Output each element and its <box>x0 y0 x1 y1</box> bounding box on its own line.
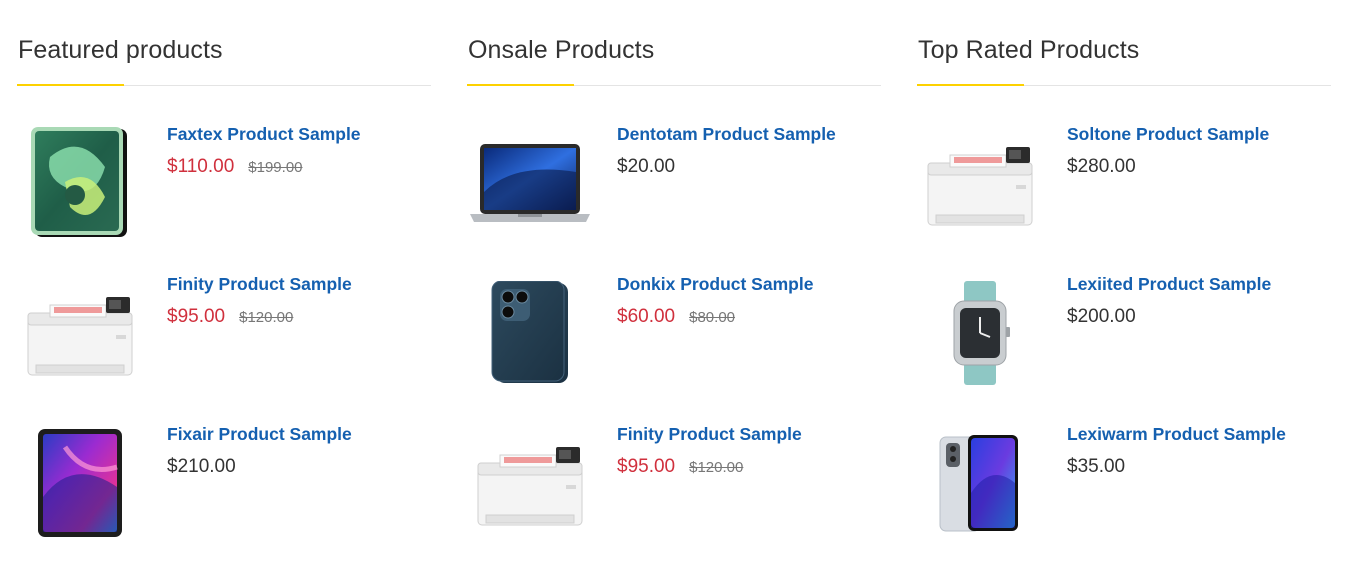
product-price-row: $60.00 $80.00 <box>617 306 813 328</box>
product-info: Lexiited Product Sample $200.00 <box>1067 274 1271 328</box>
product-price: $280.00 <box>1067 156 1136 177</box>
product-price: $210.00 <box>167 456 236 477</box>
column-title: Onsale Products <box>468 36 655 64</box>
product-name-link[interactable]: Finity Product Sample <box>167 274 352 295</box>
product-column: Featured products Faxtex Product Sample $… <box>17 0 431 537</box>
tablet-green-image[interactable] <box>17 118 142 248</box>
product-price-row: $95.00 $120.00 <box>167 306 352 328</box>
product-info: Dentotam Product Sample $20.00 <box>617 124 836 178</box>
product-column: Top Rated Products Soltone Product Sampl… <box>917 0 1331 532</box>
printer-image[interactable] <box>917 118 1042 248</box>
product-price-row: $280.00 <box>1067 156 1269 178</box>
product-price: $200.00 <box>1067 306 1136 327</box>
tablet-colorful-image[interactable] <box>17 418 142 548</box>
product-price-row: $95.00 $120.00 <box>617 456 802 478</box>
product-name-link[interactable]: Soltone Product Sample <box>1067 124 1269 145</box>
product-info: Fixair Product Sample $210.00 <box>167 424 352 478</box>
product-item: Finity Product Sample $95.00 $120.00 <box>17 268 431 408</box>
product-info: Finity Product Sample $95.00 $120.00 <box>617 424 802 478</box>
sale-price: $60.00 <box>617 306 676 327</box>
product-price: $35.00 <box>1067 456 1126 477</box>
product-name-link[interactable]: Lexiwarm Product Sample <box>1067 424 1286 445</box>
product-column: Onsale Products Dentotam Product Sample $… <box>467 0 881 526</box>
product-item: Lexiited Product Sample $200.00 <box>917 268 1331 408</box>
original-price: $199.00 <box>248 159 303 176</box>
product-name-link[interactable]: Fixair Product Sample <box>167 424 352 445</box>
product-name-link[interactable]: Dentotam Product Sample <box>617 124 836 145</box>
product-item: Lexiwarm Product Sample $35.00 <box>917 418 1331 558</box>
product-info: Soltone Product Sample $280.00 <box>1067 124 1269 178</box>
product-price-row: $20.00 <box>617 156 836 178</box>
product-info: Lexiwarm Product Sample $35.00 <box>1067 424 1286 478</box>
column-header: Featured products <box>17 0 431 86</box>
original-price: $80.00 <box>689 309 736 326</box>
product-item: Finity Product Sample $95.00 $120.00 <box>467 418 881 558</box>
original-price: $120.00 <box>689 459 744 476</box>
column-title-underline <box>917 84 1024 86</box>
column-title: Featured products <box>18 36 223 64</box>
product-item: Fixair Product Sample $210.00 <box>17 418 431 558</box>
column-header: Onsale Products <box>467 0 881 86</box>
sale-price: $95.00 <box>167 306 226 327</box>
product-info: Faxtex Product Sample $110.00 $199.00 <box>167 124 361 178</box>
product-name-link[interactable]: Donkix Product Sample <box>617 274 813 295</box>
product-item: Dentotam Product Sample $20.00 <box>467 118 881 258</box>
product-price-row: $35.00 <box>1067 456 1286 478</box>
product-info: Finity Product Sample $95.00 $120.00 <box>167 274 352 328</box>
product-price: $20.00 <box>617 156 676 177</box>
product-item: Faxtex Product Sample $110.00 $199.00 <box>17 118 431 258</box>
smartphone-blue-image[interactable] <box>467 268 592 398</box>
product-item: Soltone Product Sample $280.00 <box>917 118 1331 258</box>
product-name-link[interactable]: Faxtex Product Sample <box>167 124 361 145</box>
product-name-link[interactable]: Lexiited Product Sample <box>1067 274 1271 295</box>
printer-image[interactable] <box>17 268 142 398</box>
column-title-underline <box>467 84 574 86</box>
product-price-row: $110.00 $199.00 <box>167 156 361 178</box>
product-info: Donkix Product Sample $60.00 $80.00 <box>617 274 813 328</box>
sale-price: $95.00 <box>617 456 676 477</box>
column-header: Top Rated Products <box>917 0 1331 86</box>
printer-image[interactable] <box>467 418 592 548</box>
column-title-underline <box>17 84 124 86</box>
smartwatch-image[interactable] <box>917 268 1042 398</box>
column-title: Top Rated Products <box>918 36 1140 64</box>
product-name-link[interactable]: Finity Product Sample <box>617 424 802 445</box>
smartphone-purple-image[interactable] <box>917 418 1042 548</box>
sale-price: $110.00 <box>167 156 235 177</box>
laptop-image[interactable] <box>467 118 592 248</box>
original-price: $120.00 <box>239 309 294 326</box>
product-price-row: $200.00 <box>1067 306 1271 328</box>
product-item: Donkix Product Sample $60.00 $80.00 <box>467 268 881 408</box>
product-price-row: $210.00 <box>167 456 352 478</box>
